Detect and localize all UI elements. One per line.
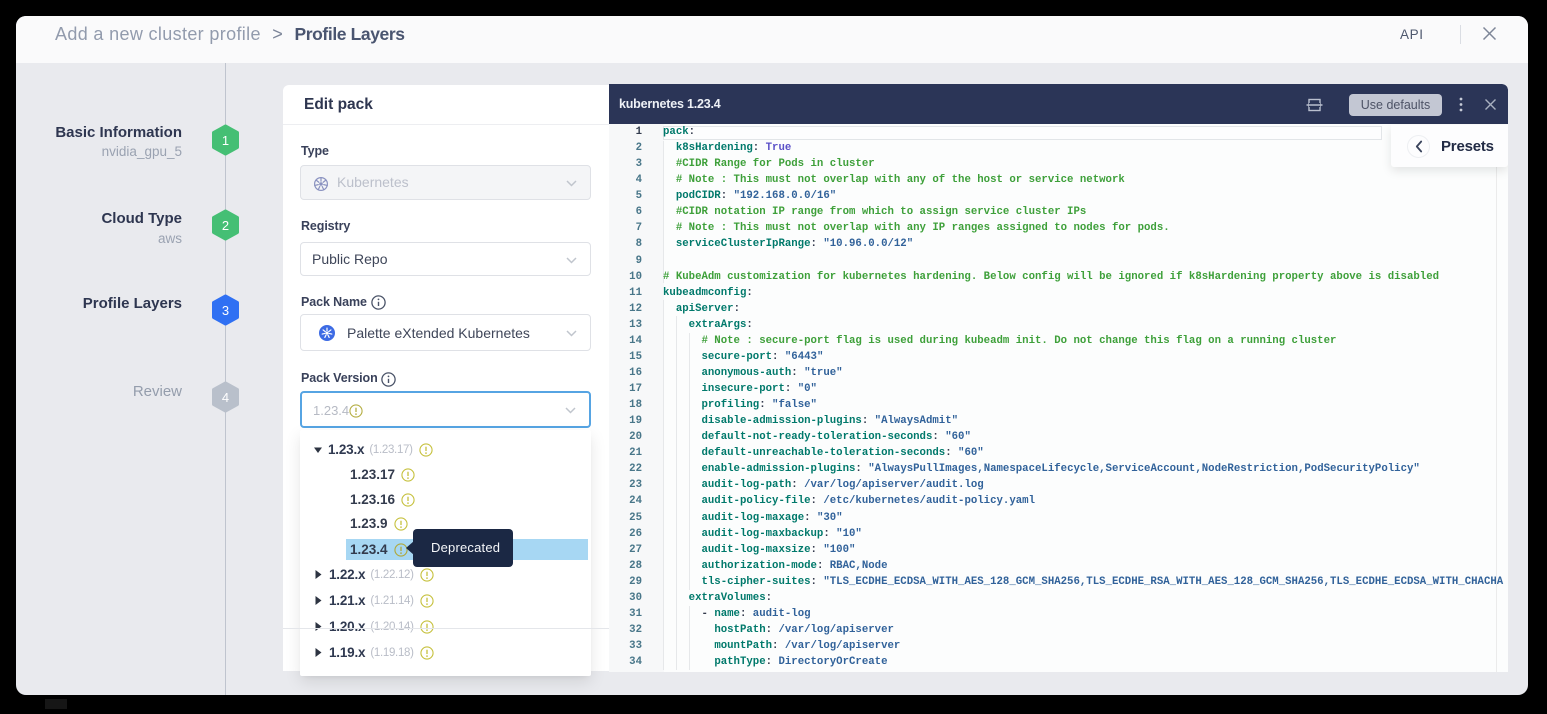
svg-text:3: 3	[222, 303, 229, 318]
svg-text:1: 1	[222, 133, 229, 148]
svg-text:4: 4	[222, 390, 229, 405]
svg-text:2: 2	[222, 218, 229, 233]
